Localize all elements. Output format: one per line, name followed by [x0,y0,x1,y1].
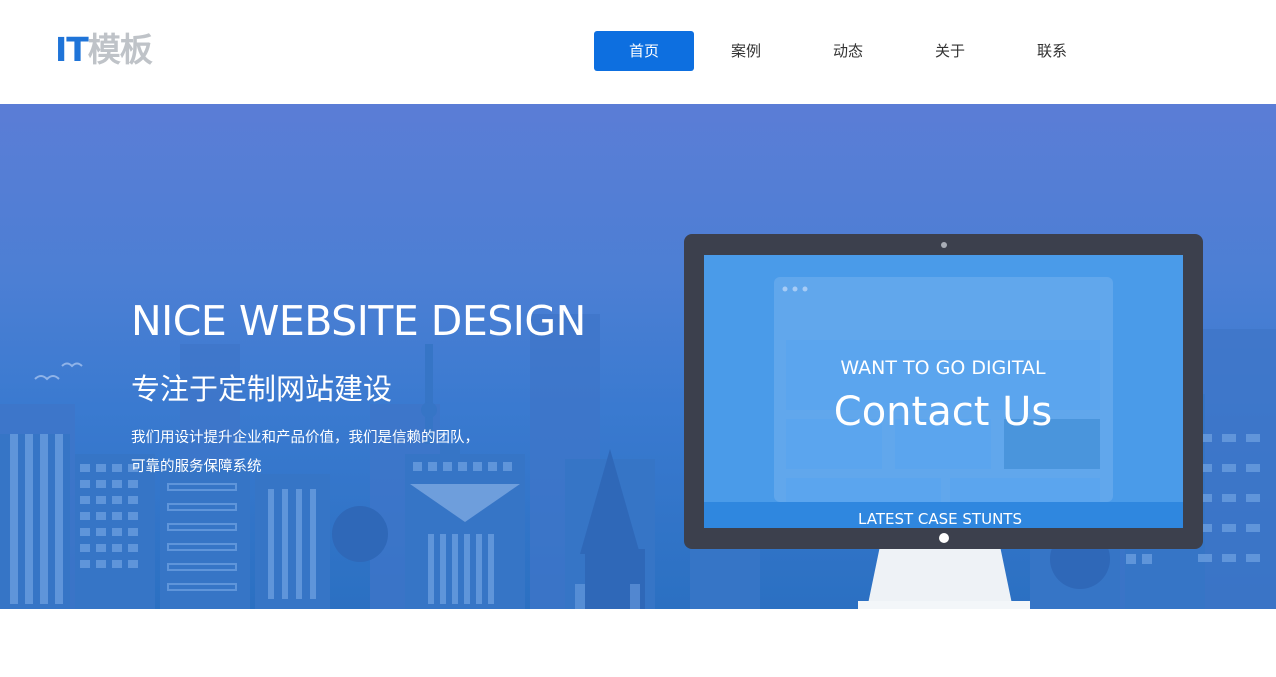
monitor-headline[interactable]: Contact Us [834,389,1052,435]
hero-subtitle: 专注于定制网站建设 [131,372,393,406]
logo-text: 模板 [87,30,153,69]
city-skyline-illustration: WANT TO GO DIGITAL Contact Us LATEST CAS… [0,234,1276,609]
hero-desc-line-2: 可靠的服务保障系统 [131,459,262,475]
site-header: IT模板 首页 案例 动态 关于 联系 [0,0,1276,104]
monitor-kicker: WANT TO GO DIGITAL [840,357,1046,379]
monitor-footer-bar[interactable]: LATEST CASE STUNTS [858,510,1022,528]
nav-item-contact[interactable]: 联系 [1002,31,1102,71]
nav-item-about[interactable]: 关于 [900,31,1000,71]
nav-item-news[interactable]: 动态 [798,31,898,71]
hero-description: 我们用设计提升企业和产品价值，我们是信赖的团队， 可靠的服务保障系统 [131,424,531,482]
hero-desc-line-1: 我们用设计提升企业和产品价值，我们是信赖的团队， [131,430,479,446]
hero-title: NICE WEBSITE DESIGN [131,297,586,345]
nav-item-home[interactable]: 首页 [594,31,694,71]
hero-banner: WANT TO GO DIGITAL Contact Us LATEST CAS… [0,104,1276,609]
logo-it: IT [55,30,89,69]
main-nav: 首页 案例 动态 关于 联系 [594,31,1104,71]
site-logo[interactable]: IT模板 [55,28,153,72]
nav-item-cases[interactable]: 案例 [696,31,796,71]
